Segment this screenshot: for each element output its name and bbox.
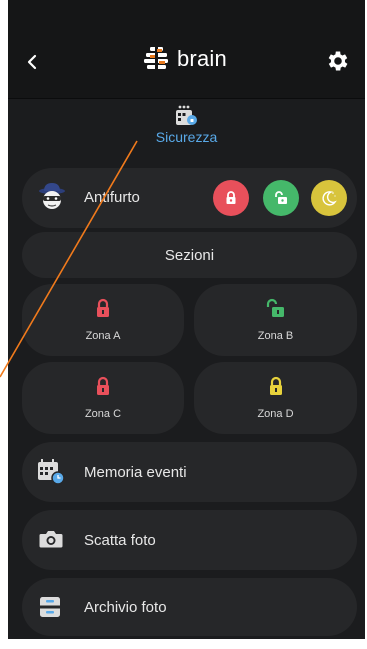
memoria-eventi-label: Memoria eventi <box>84 464 187 481</box>
zone-d-button[interactable]: Zona D <box>194 362 357 434</box>
brain-logo-icon <box>144 46 168 72</box>
chevron-left-icon[interactable] <box>22 50 42 74</box>
lock-open-icon <box>266 298 284 317</box>
brain-logo: brain <box>141 46 227 72</box>
lock-closed-icon <box>226 191 236 204</box>
sezioni-button[interactable]: Sezioni <box>22 232 357 278</box>
archivio-foto-button[interactable]: Archivio foto <box>22 578 357 636</box>
logo-text: brain <box>177 46 227 71</box>
section-title: Sicurezza <box>155 129 218 145</box>
moon-icon <box>322 191 337 206</box>
alarm-unlock-button[interactable] <box>263 180 299 216</box>
lock-closed-icon <box>97 298 109 317</box>
calendar-clock-icon <box>38 459 65 485</box>
scatta-foto-label: Scatta foto <box>84 532 156 549</box>
burglar-icon <box>39 183 65 209</box>
alarm-night-button[interactable] <box>311 180 347 216</box>
zone-label: Zona D <box>257 408 294 420</box>
security-panel-icon <box>175 105 197 125</box>
gear-icon[interactable] <box>325 48 351 74</box>
lock-closed-icon <box>97 376 109 395</box>
camera-icon <box>39 531 63 548</box>
app-screen: brain Sicurezza Antifurto Sezioni Zona A… <box>8 0 365 639</box>
lock-open-icon <box>275 191 287 204</box>
zone-label: Zona A <box>85 330 121 342</box>
zone-b-button[interactable]: Zona B <box>194 284 357 356</box>
archive-icon <box>40 597 60 617</box>
top-bar: brain <box>8 0 365 99</box>
memoria-eventi-button[interactable]: Memoria eventi <box>22 442 357 502</box>
archivio-foto-label: Archivio foto <box>84 599 167 616</box>
section-header: Sicurezza <box>8 100 365 156</box>
antifurto-row[interactable]: Antifurto <box>22 168 357 228</box>
zone-c-button[interactable]: Zona C <box>22 362 184 434</box>
zone-label: Zona C <box>84 408 122 420</box>
zone-a-button[interactable]: Zona A <box>22 284 184 356</box>
zone-label: Zona B <box>257 330 294 342</box>
lock-closed-icon <box>269 376 282 395</box>
scatta-foto-button[interactable]: Scatta foto <box>22 510 357 570</box>
sezioni-label: Sezioni <box>164 247 215 264</box>
antifurto-label: Antifurto <box>84 189 140 206</box>
alarm-lock-button[interactable] <box>213 180 249 216</box>
